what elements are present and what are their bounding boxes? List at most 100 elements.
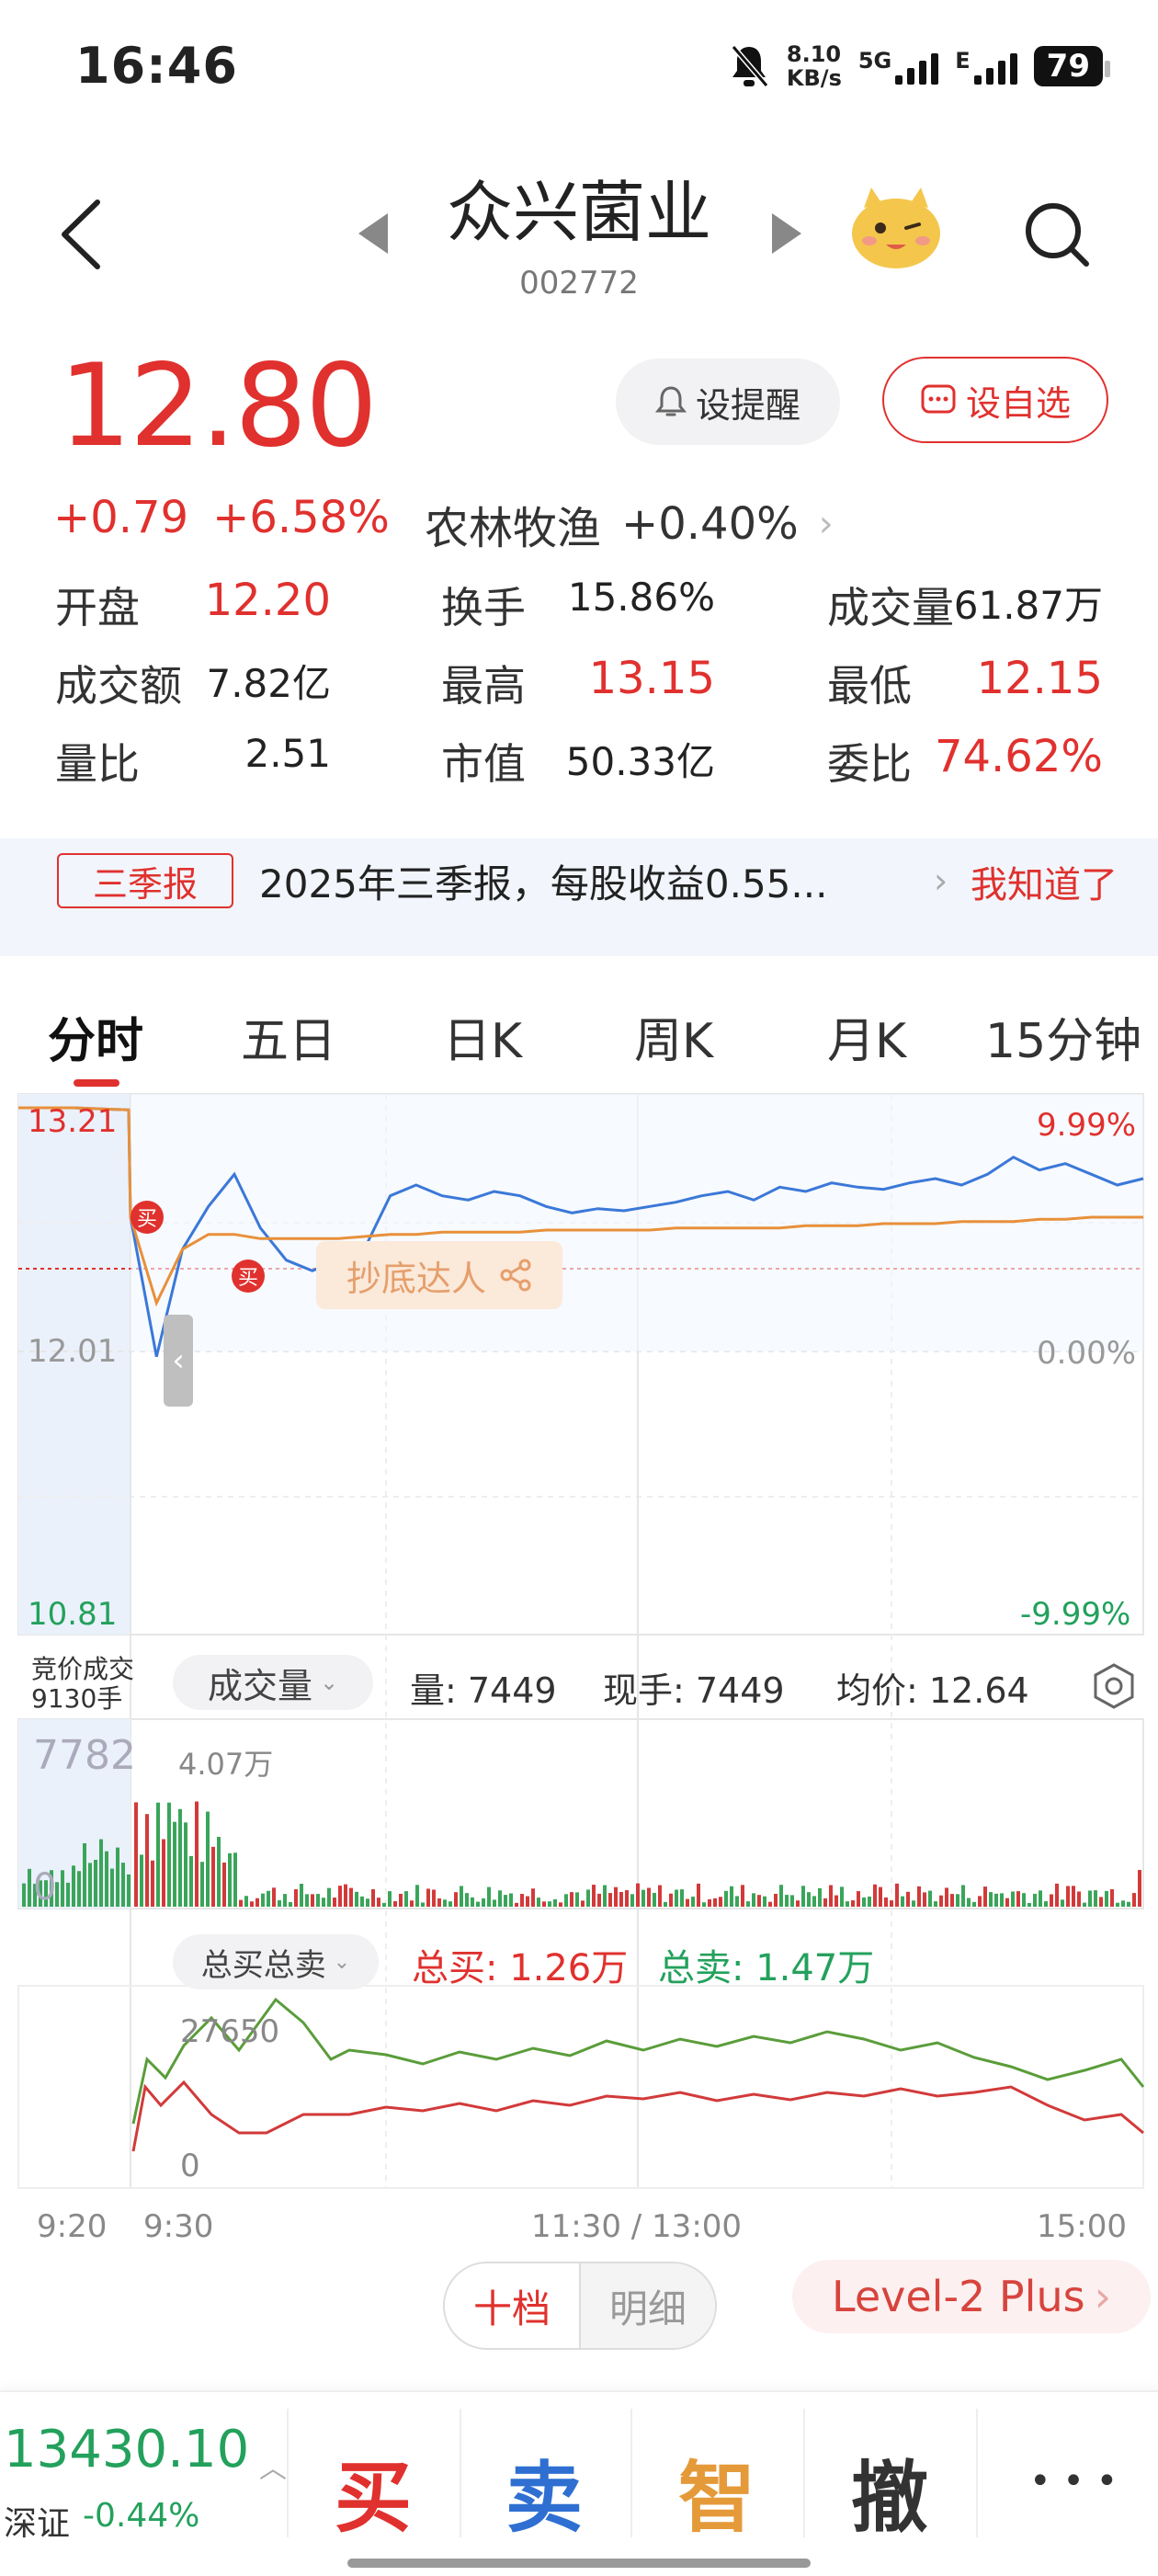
current-hand: 现手: 7449 bbox=[603, 1670, 785, 1711]
volume-bar bbox=[487, 1886, 491, 1907]
indicator-selector-buysell[interactable]: 总买总卖 ⌄ bbox=[173, 1934, 379, 1989]
volume-bar bbox=[846, 1901, 849, 1907]
volume-bar bbox=[1116, 1902, 1119, 1907]
tab-15min[interactable]: 15分钟 bbox=[985, 1002, 1141, 1071]
volume-bar bbox=[840, 1886, 844, 1907]
volume-bar bbox=[1022, 1893, 1026, 1907]
auction-volume-bar bbox=[83, 1842, 86, 1907]
earnings-tag: 三季报 bbox=[57, 853, 233, 908]
volume-bar bbox=[426, 1888, 430, 1907]
stat-label: 市值 bbox=[441, 739, 526, 789]
signal-bars-icon bbox=[895, 48, 939, 85]
set-alert-button[interactable]: 设提醒 bbox=[616, 359, 840, 445]
index-value[interactable]: 13430.10 bbox=[4, 2420, 249, 2479]
volume-bar bbox=[1138, 1870, 1141, 1907]
volume-bar bbox=[1127, 1901, 1130, 1907]
buy-marker[interactable]: 买 bbox=[232, 1260, 265, 1293]
auction-volume-bar bbox=[28, 1868, 31, 1907]
buy-button[interactable]: 买 bbox=[335, 2436, 412, 2548]
volume-bar bbox=[735, 1896, 739, 1907]
volume-bar bbox=[834, 1895, 838, 1907]
volume-bar bbox=[741, 1885, 744, 1907]
mascot-avatar-icon[interactable] bbox=[846, 180, 947, 272]
stat-label: 委比 bbox=[827, 739, 912, 789]
volume-bar bbox=[476, 1901, 480, 1907]
add-watchlist-button[interactable]: 设自选 bbox=[882, 357, 1108, 443]
chat-dots-icon bbox=[921, 384, 956, 414]
cancel-order-button[interactable]: 撤 bbox=[851, 2436, 928, 2548]
volume-bar bbox=[697, 1883, 700, 1907]
settings-icon[interactable] bbox=[1090, 1662, 1138, 1710]
volume-bar bbox=[344, 1884, 347, 1907]
volume-bar bbox=[322, 1898, 325, 1907]
volume-bar bbox=[509, 1893, 513, 1907]
net-speed: 8.10 KB/s bbox=[787, 42, 842, 90]
sector-link[interactable]: 农林牧渔 +0.40% › bbox=[425, 492, 834, 556]
volume-bar bbox=[686, 1898, 689, 1907]
dismiss-banner-button[interactable]: 我知道了 bbox=[971, 855, 1118, 908]
volume-bar bbox=[156, 1802, 160, 1907]
earnings-text[interactable]: 2025年三季报，每股收益0.55... bbox=[259, 853, 827, 909]
buy-marker[interactable]: 买 bbox=[131, 1201, 164, 1234]
auction-label: 竞价成交 bbox=[31, 1654, 135, 1684]
total-sell-value: 总卖: 1.47万 bbox=[658, 1947, 875, 1989]
volume-bar bbox=[1033, 1893, 1037, 1907]
volume-bar bbox=[812, 1896, 816, 1907]
volume-bar bbox=[421, 1902, 425, 1907]
volume-bar bbox=[360, 1896, 364, 1907]
divider bbox=[287, 2409, 289, 2537]
volume-bar bbox=[785, 1895, 789, 1907]
stat-value: 12.15 bbox=[976, 653, 1103, 704]
tab-monthly-k[interactable]: 月K bbox=[827, 1002, 906, 1071]
stat-label: 最低 bbox=[827, 661, 912, 711]
bottom-fisher-badge[interactable]: 抄底达人 bbox=[316, 1241, 562, 1309]
volume-bar bbox=[195, 1801, 199, 1907]
volume-bar bbox=[393, 1901, 397, 1907]
volume-bar bbox=[597, 1893, 601, 1907]
tab-daily-k[interactable]: 日K bbox=[443, 1002, 522, 1071]
volume-bar bbox=[217, 1837, 221, 1907]
next-stock-arrow-icon[interactable] bbox=[772, 213, 801, 254]
volume-bar bbox=[890, 1900, 893, 1907]
sell-button[interactable]: 卖 bbox=[505, 2436, 583, 2548]
volume-bar bbox=[719, 1897, 722, 1907]
volume-bar bbox=[526, 1896, 529, 1907]
tab-weekly-k[interactable]: 周K bbox=[634, 1002, 713, 1071]
x-axis-tick: 11:30 / 13:00 bbox=[531, 2208, 743, 2245]
volume-bar bbox=[752, 1893, 755, 1907]
indicator-selector-volume[interactable]: 成交量 ⌄ bbox=[173, 1655, 373, 1710]
volume-bar bbox=[603, 1885, 607, 1907]
chevron-up-icon[interactable]: ︿ bbox=[259, 2445, 287, 2486]
tab-ten-levels[interactable]: 十档 bbox=[445, 2263, 581, 2348]
volume-left-max: 7782 bbox=[33, 1732, 136, 1779]
volume-bar bbox=[548, 1901, 551, 1907]
tab-intraday[interactable]: 分时 bbox=[48, 1002, 143, 1071]
auction-volume-bar bbox=[110, 1868, 114, 1907]
volume-bar bbox=[377, 1898, 380, 1907]
collapse-handle-icon[interactable]: ‹ bbox=[164, 1315, 193, 1407]
volume-bar bbox=[482, 1898, 485, 1907]
volume-bar bbox=[167, 1802, 171, 1907]
stat-label: 换手 bbox=[441, 583, 526, 633]
volume-bar bbox=[619, 1892, 623, 1907]
volume-bar bbox=[592, 1885, 596, 1907]
level2-plus-button[interactable]: Level-2 Plus › bbox=[792, 2260, 1151, 2333]
volume-bar bbox=[239, 1899, 243, 1907]
battery-icon: 79 bbox=[1033, 46, 1111, 86]
price-change: +0.79 bbox=[53, 492, 189, 543]
volume-bar bbox=[1099, 1897, 1103, 1907]
tab-details[interactable]: 明细 bbox=[581, 2263, 715, 2348]
search-icon[interactable] bbox=[1020, 198, 1094, 271]
volume-bar bbox=[498, 1890, 502, 1907]
x-axis-tick: 9:30 bbox=[143, 2208, 214, 2245]
network2-label: E bbox=[955, 48, 971, 74]
sector-name: 农林牧渔 bbox=[425, 503, 602, 554]
stat-label: 最高 bbox=[441, 661, 526, 711]
volume-bar bbox=[250, 1901, 254, 1907]
volume-bar bbox=[333, 1898, 336, 1907]
tab-five-day[interactable]: 五日 bbox=[241, 1002, 336, 1071]
more-button[interactable]: • • • bbox=[1029, 2460, 1118, 2502]
volume-bar bbox=[267, 1890, 270, 1907]
volume-bar bbox=[790, 1895, 794, 1907]
smart-button[interactable]: 智 bbox=[678, 2436, 755, 2548]
